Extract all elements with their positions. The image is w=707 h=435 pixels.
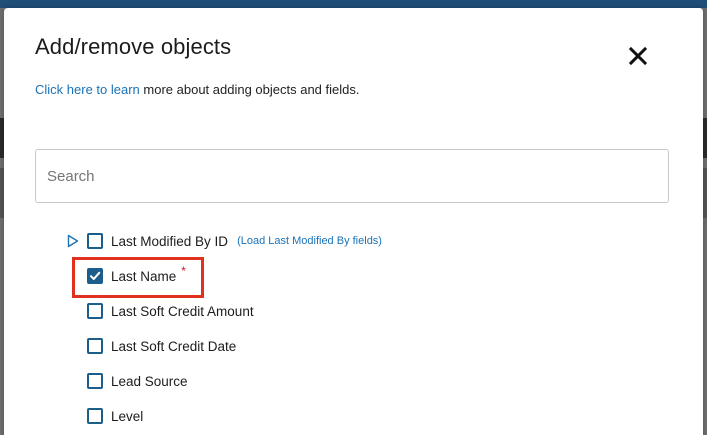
field-label: Last Soft Credit Amount <box>111 303 254 319</box>
checkbox-last-modified-by-id[interactable] <box>87 233 103 249</box>
checkbox-last-soft-credit-amount[interactable] <box>87 303 103 319</box>
field-label: Level <box>111 408 144 424</box>
field-row-level: Level <box>87 406 143 426</box>
checkmark-icon <box>90 271 101 280</box>
help-text-suffix: more about adding objects and fields. <box>139 82 360 97</box>
field-row-lead-source: Lead Source <box>87 371 188 391</box>
dialog-title: Add/remove objects <box>35 34 232 59</box>
checkbox-last-name[interactable] <box>87 268 103 284</box>
field-row-last-name: Last Name * <box>87 264 186 286</box>
field-row-last-soft-credit-amount: Last Soft Credit Amount <box>87 301 254 321</box>
add-remove-objects-dialog: Add/remove objects Click here to learn m… <box>4 8 703 435</box>
close-button[interactable] <box>626 44 650 68</box>
background-app-right-edge <box>703 8 707 435</box>
background-app-header <box>0 0 707 8</box>
field-row-last-soft-credit-date: Last Soft Credit Date <box>87 336 236 356</box>
load-last-modified-by-fields-link[interactable]: (Load Last Modified By fields) <box>237 235 382 247</box>
close-icon <box>628 46 648 66</box>
checkbox-last-soft-credit-date[interactable] <box>87 338 103 354</box>
triangle-right-icon[interactable] <box>67 234 79 248</box>
search-input[interactable] <box>36 150 668 202</box>
field-label: Last Modified By ID <box>111 233 229 249</box>
checkbox-level[interactable] <box>87 408 103 424</box>
field-label: Lead Source <box>111 373 188 389</box>
required-marker: * <box>181 264 186 278</box>
learn-more-link[interactable]: Click here to learn <box>35 82 140 97</box>
help-text: Click here to learn more about adding ob… <box>35 82 359 97</box>
field-label: Last Name <box>111 268 177 284</box>
search-field[interactable] <box>35 149 669 203</box>
field-label: Last Soft Credit Date <box>111 338 237 354</box>
checkbox-lead-source[interactable] <box>87 373 103 389</box>
field-row-last-modified-by-id: Last Modified By ID (Load Last Modified … <box>67 231 382 251</box>
